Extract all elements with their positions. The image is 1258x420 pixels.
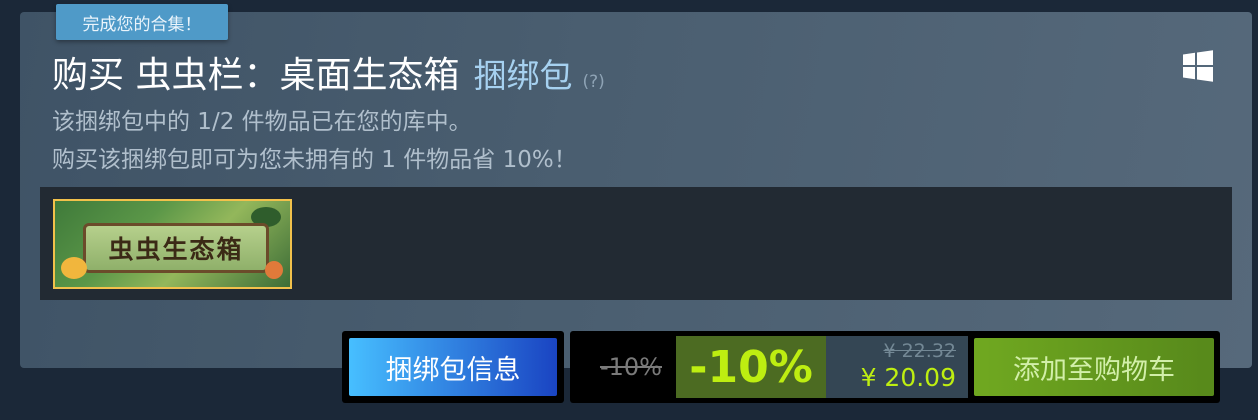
capsule-decoration <box>61 257 87 279</box>
add-to-cart-button[interactable]: 添加至购物车 <box>974 338 1214 396</box>
windows-icon <box>1183 50 1213 82</box>
bundle-info-button[interactable]: 捆绑包信息 <box>349 338 557 396</box>
discount-badge: -10% <box>676 336 826 398</box>
page-title: 购买 虫虫栏：桌面生态箱 <box>52 55 460 96</box>
game-capsule-image[interactable]: 虫虫生态箱 <box>53 199 292 289</box>
bundle-title-row: 购买 虫虫栏：桌面生态箱 捆绑包 (?) <box>52 46 605 96</box>
final-price: ¥ 20.09 <box>860 363 956 392</box>
bundle-tag: 捆绑包 <box>473 56 573 95</box>
bundle-help-link[interactable]: (?) <box>582 72 604 92</box>
capsule-logo-text: 虫虫生态箱 <box>83 223 269 273</box>
original-discount-pct: -10% <box>599 353 662 381</box>
collection-badge: 完成您的合集！ <box>56 4 228 40</box>
capsule-decoration <box>265 261 283 279</box>
price-box: ¥ 22.32 ¥ 20.09 <box>826 336 968 398</box>
owned-items-note: 该捆绑包中的 1/2 件物品已在您的库中。 <box>52 109 472 135</box>
original-price: ¥ 22.32 <box>883 340 956 362</box>
savings-note: 购买该捆绑包即可为您未拥有的 1 件物品省 10%！ <box>52 147 577 173</box>
